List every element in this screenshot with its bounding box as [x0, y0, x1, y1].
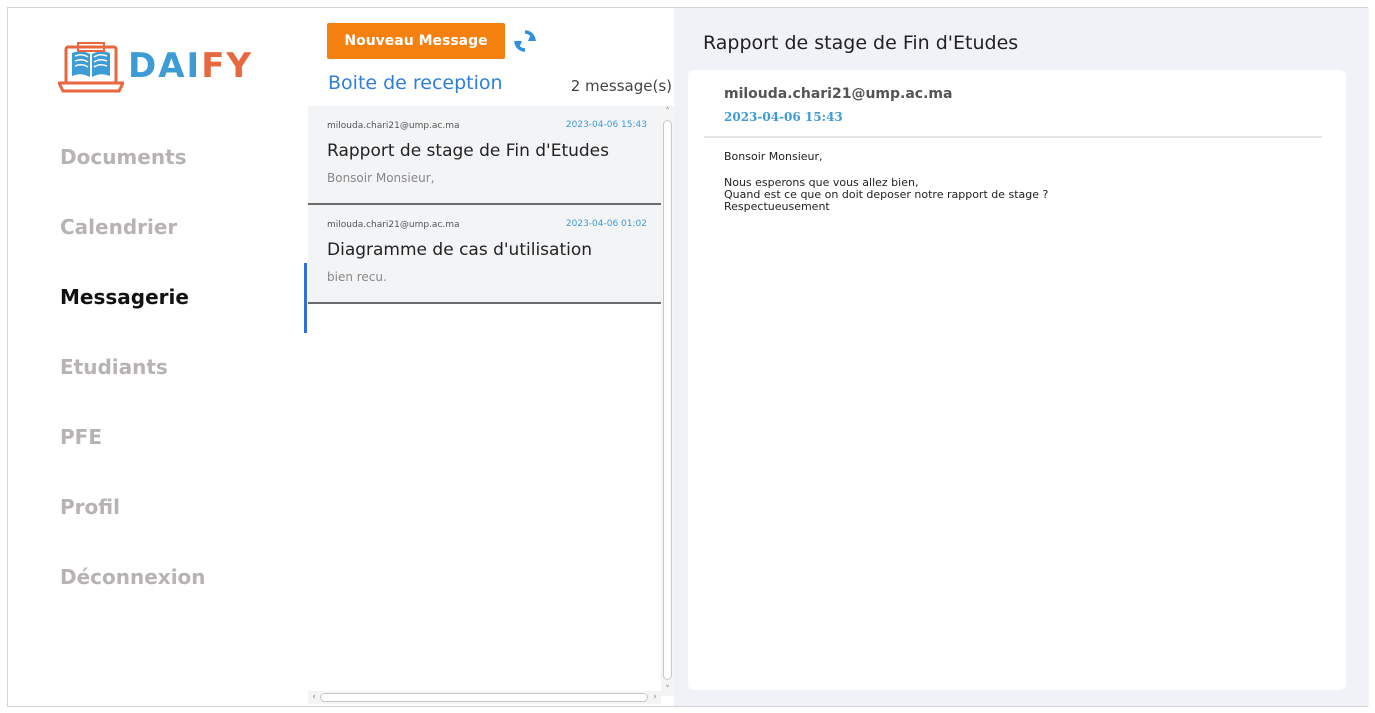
reader-sender: milouda.chari21@ump.ac.ma [724, 86, 953, 102]
message-sender: milouda.chari21@ump.ac.ma [327, 220, 460, 230]
message-preview: Bonsoir Monsieur, [327, 171, 435, 185]
sidebar-item-pfe[interactable]: PFE [60, 421, 206, 491]
vertical-scroll-thumb[interactable] [663, 120, 672, 680]
inbox-title: Boite de reception [328, 72, 503, 94]
message-item[interactable]: milouda.chari21@ump.ac.ma 2023-04-06 15:… [308, 106, 661, 205]
message-item[interactable]: milouda.chari21@ump.ac.ma 2023-04-06 01:… [308, 205, 661, 304]
body-line: Bonsoir Monsieur, [724, 150, 823, 163]
scroll-down-icon[interactable]: ˅ [661, 684, 674, 696]
scroll-up-icon[interactable]: ˄ [661, 106, 674, 118]
message-card: milouda.chari21@ump.ac.ma 2023-04-06 15:… [688, 70, 1346, 690]
sidebar-item-etudiants[interactable]: Etudiants [60, 351, 206, 421]
message-list: milouda.chari21@ump.ac.ma 2023-04-06 15:… [308, 106, 661, 691]
scroll-right-icon[interactable]: › [649, 691, 661, 704]
laptop-book-icon [58, 37, 124, 95]
active-indicator [304, 263, 307, 333]
message-date: 2023-04-06 15:43 [565, 120, 647, 130]
brand-name: DAIFY [128, 46, 253, 86]
body-line: Respectueusement [724, 200, 830, 213]
message-list-panel: Nouveau Message Boite de reception 2 mes… [308, 8, 674, 706]
brand-name-part2: I [186, 46, 202, 86]
divider [704, 136, 1322, 138]
brand-name-part3: FY [201, 46, 254, 86]
vertical-scrollbar[interactable]: ˄ ˅ [661, 106, 674, 696]
brand-name-part1: DA [128, 46, 187, 86]
sidebar: DAIFY Documents Calendrier Messagerie Et… [8, 8, 308, 706]
message-subject: Diagramme de cas d'utilisation [327, 240, 593, 260]
new-message-button[interactable]: Nouveau Message [327, 23, 505, 59]
logo: DAIFY [58, 36, 253, 96]
sidebar-item-messagerie[interactable]: Messagerie [60, 281, 206, 351]
message-preview: bien recu. [327, 270, 387, 284]
sidebar-item-calendrier[interactable]: Calendrier [60, 211, 206, 281]
message-sender: milouda.chari21@ump.ac.ma [327, 121, 460, 131]
message-subject: Rapport de stage de Fin d'Etudes [327, 141, 609, 161]
message-count: 2 message(s) [570, 77, 672, 95]
sidebar-item-documents[interactable]: Documents [60, 141, 206, 211]
app-frame: DAIFY Documents Calendrier Messagerie Et… [7, 7, 1369, 707]
horizontal-scrollbar[interactable]: ‹ › [308, 691, 661, 704]
refresh-icon[interactable] [513, 29, 537, 53]
sidebar-item-profil[interactable]: Profil [60, 491, 206, 561]
reader-date: 2023-04-06 15:43 [724, 110, 843, 124]
sidebar-nav: Documents Calendrier Messagerie Etudiant… [60, 141, 206, 631]
scroll-left-icon[interactable]: ‹ [308, 691, 320, 704]
message-date: 2023-04-06 01:02 [565, 219, 647, 229]
message-body: Bonsoir Monsieur, Nous esperons que vous… [724, 151, 1048, 213]
reading-pane: Rapport de stage de Fin d'Etudes milouda… [674, 8, 1369, 706]
reader-subject: Rapport de stage de Fin d'Etudes [703, 32, 1019, 54]
horizontal-scroll-thumb[interactable] [320, 693, 648, 702]
sidebar-item-deconnexion[interactable]: Déconnexion [60, 561, 206, 631]
